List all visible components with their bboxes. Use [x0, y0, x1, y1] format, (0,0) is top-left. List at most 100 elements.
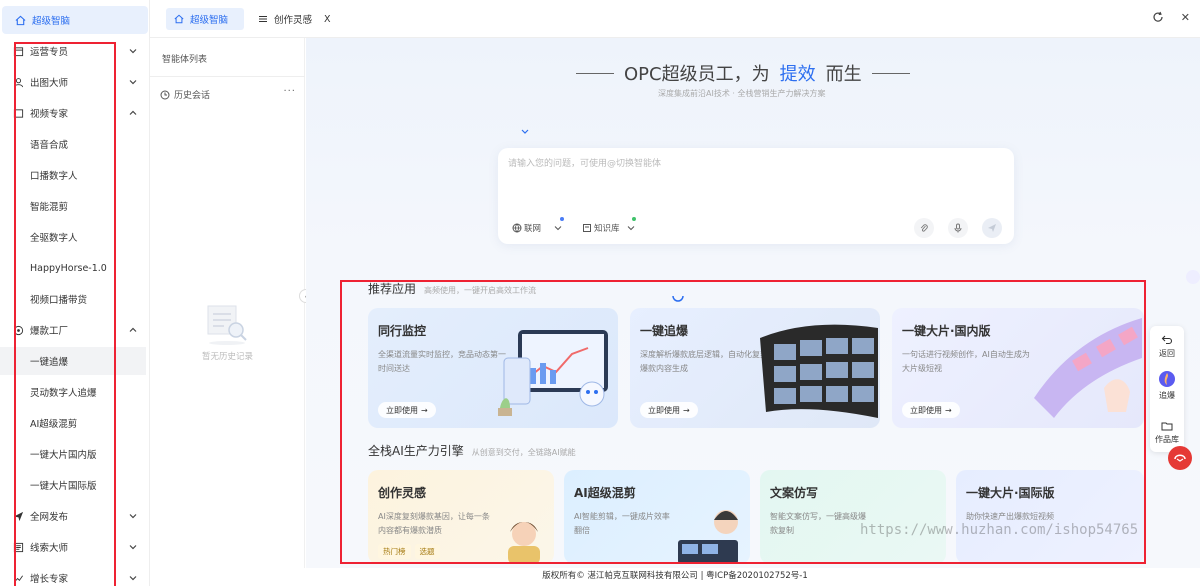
- chat-input-box[interactable]: 请输入您的问题，可使用@切换智能体 联网 知识库: [498, 148, 1014, 244]
- chat-input-placeholder: 请输入您的问题，可使用@切换智能体: [508, 159, 662, 169]
- sidebar-item-label: 一键大片国际版: [30, 481, 97, 492]
- dashboard-illustration: [498, 330, 608, 416]
- send-icon: [988, 224, 996, 232]
- history-label: 历史会话: [174, 91, 211, 101]
- engine-card-ai-mix[interactable]: AI超级混剪 AI智能剪辑，一键成片效率翻倍: [564, 470, 750, 564]
- hero-title-highlight: 提效: [779, 64, 816, 85]
- tag-hot[interactable]: 热门榜: [378, 544, 411, 559]
- chevron-down-icon: [129, 514, 137, 519]
- sidebar-group-video[interactable]: 视频专家: [0, 99, 149, 127]
- section-title: 推荐应用: [368, 282, 417, 296]
- use-now-button[interactable]: 立即使用 →: [640, 402, 698, 418]
- sidebar-item-label: 视频专家: [30, 109, 69, 120]
- chevron-down-icon: [627, 226, 634, 231]
- sidebar-item-smart-mix[interactable]: 智能混剪: [0, 192, 149, 220]
- app-card-peer-monitor[interactable]: 同行监控 全渠道流量实时监控，竞品动态第一时间送达 立即使用 →: [368, 308, 618, 428]
- button-label: 立即使用: [648, 405, 680, 415]
- tab-bar: 超级智脑 创作灵感 X ✕: [150, 0, 1200, 38]
- refresh-icon[interactable]: [1152, 11, 1164, 23]
- calendar-icon: [12, 45, 24, 57]
- sidebar-item-label: 一键追爆: [30, 357, 69, 368]
- sidebar-item-chase-hit[interactable]: 一键追爆: [0, 347, 146, 375]
- chase-hit-shortcut[interactable]: 追爆: [1150, 370, 1184, 401]
- arrow-right-icon: →: [683, 405, 690, 415]
- voice-button[interactable]: [948, 218, 968, 238]
- sidebar-item-label: 全驱数字人: [30, 233, 78, 244]
- history-sessions[interactable]: 历史会话: [160, 88, 210, 101]
- agent-list-panel: 智能体列表 历史会话 ··· 暂无历史记录: [150, 38, 305, 568]
- back-button[interactable]: 返回: [1150, 334, 1184, 359]
- tab-close-button[interactable]: X: [324, 14, 331, 25]
- sidebar-group-leads[interactable]: 线索大师: [0, 533, 149, 561]
- tab-super-brain[interactable]: 超级智脑: [166, 8, 244, 30]
- card-title: 一键大片·国际版: [966, 486, 1055, 500]
- sidebar-item-blockbuster-cn[interactable]: 一键大片国内版: [0, 440, 149, 468]
- chevron-down-icon[interactable]: [520, 128, 530, 136]
- close-icon[interactable]: ✕: [1181, 11, 1190, 24]
- web-search-toggle[interactable]: 联网: [512, 217, 564, 236]
- section-subtitle: 从创意到交付，全链路AI赋能: [471, 448, 576, 457]
- knowledge-base-toggle[interactable]: 知识库: [582, 217, 636, 236]
- tab-creative-inspiration[interactable]: 创作灵感 X: [250, 8, 339, 30]
- sidebar-group-hit-factory[interactable]: 爆款工厂: [0, 316, 149, 344]
- back-arrow-icon: [1161, 335, 1173, 345]
- engine-card-copywriting[interactable]: 文案仿写 智能文案仿写，一键高级爆款复制: [760, 470, 946, 564]
- use-now-button[interactable]: 立即使用 →: [902, 402, 960, 418]
- works-library-button[interactable]: 作品库: [1150, 420, 1184, 445]
- tag-topic[interactable]: 选题: [414, 544, 440, 559]
- app-card-blockbuster-cn[interactable]: 一键大片·国内版 一句话进行视频创作，AI自动生成为大片级短视 立即使用 →: [892, 308, 1144, 428]
- sidebar-item-ai-super-mix[interactable]: AI超级混剪: [0, 409, 149, 437]
- sidebar: 超级智脑 运营专员 出图大师 视频专家 语音合成 口播数字人 智能混剪 全驱数字…: [0, 0, 150, 586]
- sidebar-item-happyhorse[interactable]: HappyHorse-1.0: [0, 254, 149, 282]
- home-icon: [174, 14, 184, 24]
- sidebar-item-talking-avatar[interactable]: 口播数字人: [0, 161, 149, 189]
- status-dot: [560, 217, 564, 221]
- clock-icon: [160, 90, 170, 100]
- sidebar-group-image[interactable]: 出图大师: [0, 68, 149, 96]
- chevron-up-icon: [129, 327, 137, 332]
- empty-history-illustration: [207, 305, 247, 345]
- film-strip-illustration: [1034, 318, 1142, 418]
- use-now-button[interactable]: 立即使用 →: [378, 402, 436, 418]
- engine-card-creative[interactable]: 创作灵感 AI深度复刻爆款基因，让每一条内容都有爆款潜质 热门榜 选题: [368, 470, 554, 564]
- folder-icon: [1161, 422, 1173, 431]
- divider: [150, 76, 305, 77]
- sidebar-item-tts[interactable]: 语音合成: [0, 130, 149, 158]
- app-card-chase-hit[interactable]: 一键追爆 深度解析爆款底层逻辑，自动化复刻爆款内容生成 立即使用 →: [630, 308, 880, 428]
- card-title: 同行监控: [378, 324, 427, 338]
- help-float-button[interactable]: [1168, 446, 1192, 470]
- sidebar-item-blockbuster-intl[interactable]: 一键大片国际版: [0, 471, 149, 499]
- sidebar-item-label: 爆款工厂: [30, 326, 69, 337]
- card-desc: AI智能剪辑，一键成片效率翻倍: [574, 512, 670, 535]
- section-title: 全栈AI生产力引擎: [368, 444, 464, 458]
- sidebar-group-publish[interactable]: 全网发布: [0, 502, 149, 530]
- section-engine: 全栈AI生产力引擎 从创意到交付，全链路AI赋能: [368, 442, 576, 459]
- send-button[interactable]: [982, 218, 1002, 238]
- chevron-down-icon: [554, 226, 562, 231]
- sidebar-group-growth[interactable]: 增长专家: [0, 564, 149, 586]
- sidebar-item-full-avatar[interactable]: 全驱数字人: [0, 223, 149, 251]
- chevron-down-icon: [129, 49, 137, 54]
- assistant-float-icon[interactable]: [1186, 270, 1200, 284]
- sidebar-item-video-sales[interactable]: 视频口播带货: [0, 285, 149, 313]
- button-label: 立即使用: [386, 405, 418, 415]
- card-title: AI超级混剪: [574, 486, 636, 500]
- sidebar-item-label: 语音合成: [30, 140, 69, 151]
- chevron-up-icon: [129, 110, 137, 115]
- title-dash-right: [871, 72, 910, 74]
- section-recommend: 推荐应用 高频使用，一键开启高效工作流: [368, 280, 536, 297]
- loading-spinner: [672, 295, 684, 302]
- arrow-right-icon: →: [421, 405, 428, 415]
- chase-label: 追爆: [1159, 391, 1175, 400]
- sidebar-item-label: 口播数字人: [30, 171, 78, 182]
- chevron-down-icon: [129, 80, 137, 85]
- engine-card-blockbuster-intl[interactable]: 一键大片·国际版 助你快速产出爆款短视频: [956, 470, 1144, 564]
- status-dot: [632, 217, 636, 221]
- sidebar-item-avatar-chase[interactable]: 灵动数字人追爆: [0, 378, 149, 406]
- main-area: OPC超级员工，为 提效 而生 深度集成前沿AI技术 · 全栈营销生产力解决方案…: [306, 38, 1200, 568]
- sidebar-item-super-brain[interactable]: 超级智脑: [2, 6, 148, 34]
- more-options-button[interactable]: ···: [283, 86, 296, 97]
- attach-button[interactable]: [914, 218, 934, 238]
- sidebar-group-ops[interactable]: 运营专员: [0, 37, 149, 65]
- tab-label: 超级智脑: [190, 15, 229, 26]
